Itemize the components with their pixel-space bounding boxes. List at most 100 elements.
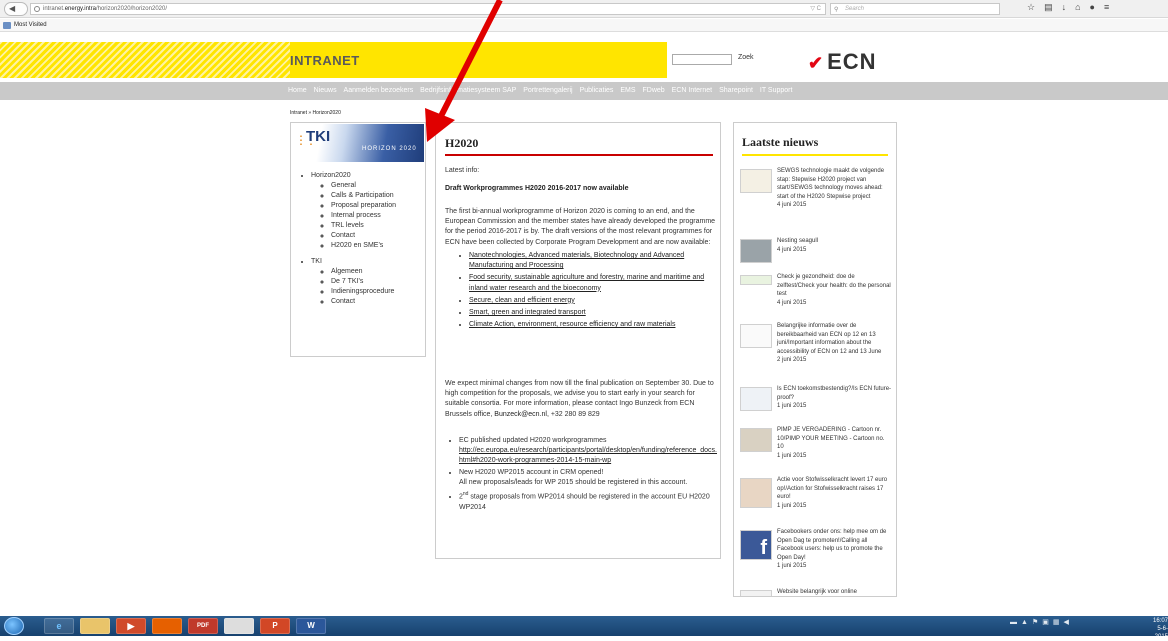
sidebar-item-trl-levels[interactable]: TRL levels [331, 221, 396, 231]
nav-home[interactable]: Home [288, 82, 307, 100]
topic-link[interactable]: Food security, sustainable agriculture a… [469, 274, 704, 291]
sidebar-item-internal-process[interactable]: Internal process [331, 211, 396, 221]
site-search-input[interactable] [672, 54, 732, 65]
media-player-icon[interactable]: ▶ [116, 618, 146, 634]
word-icon[interactable]: W [296, 618, 326, 634]
powerpoint-icon[interactable]: P [260, 618, 290, 634]
folder-icon [3, 22, 11, 29]
news-thumbnail [740, 275, 772, 285]
browser-search-input[interactable]: ⚲ Search [830, 3, 1000, 15]
network-icon[interactable]: ▦ [1053, 619, 1064, 626]
news-thumbnail [740, 590, 772, 596]
nav-ems[interactable]: EMS [620, 82, 635, 100]
news-headline[interactable]: Is ECN toekomstbestendig?/Is ECN future-… [777, 385, 892, 402]
sidebar-item-indieningsprocedure[interactable]: Indieningsprocedure [331, 287, 396, 297]
latest-info-label: Latest info: [445, 167, 480, 174]
news-headline[interactable]: Nesting seagull [777, 237, 892, 246]
browser-toolbar: ◀ intranet.energy.intra/horizon2020/hori… [0, 0, 1168, 18]
url-bar[interactable]: intranet.energy.intra/horizon2020/horizo… [30, 3, 826, 15]
folder-icon[interactable] [80, 618, 110, 634]
clipboard-icon[interactable]: ▤ [1044, 2, 1062, 12]
sidebar-item-contact[interactable]: Contact [331, 231, 396, 241]
news-date: 1 juni 2015 [777, 502, 807, 509]
firefox-icon[interactable] [152, 618, 182, 634]
news-thumbnail [740, 239, 772, 263]
main-content: H2020 Latest info: Draft Workprogrammes … [435, 122, 721, 559]
nav-sap[interactable]: Bedrijfsinformatiesysteem SAP [420, 82, 516, 100]
nav-sharepoint[interactable]: Sharepoint [719, 82, 753, 100]
reload-icon[interactable]: ▽ C [810, 4, 821, 14]
news-date: 1 juni 2015 [777, 403, 807, 409]
ecn-flame-icon: ✔ [808, 53, 825, 73]
sidebar-item-proposal[interactable]: Proposal preparation [331, 201, 396, 211]
news-date: 2 juni 2015 [777, 357, 807, 363]
news-headline[interactable]: Actie voor Stofwisselkracht levert 17 eu… [777, 476, 892, 502]
pdf-icon[interactable]: PDF [188, 618, 218, 634]
header-pattern [0, 42, 290, 78]
news-thumbnail [740, 324, 772, 348]
breadcrumb[interactable]: Intranet » Horizon2020 [290, 110, 341, 116]
bullet-text: EC published updated H2020 workprogramme… [459, 437, 607, 444]
sidebar-section-label[interactable]: Horizon2020 [311, 172, 351, 179]
news-title: Laatste nieuws [742, 135, 819, 149]
sidebar-item-tki-contact[interactable]: Contact [331, 297, 396, 307]
nav-portrettengalerij[interactable]: Portrettengalerij [523, 82, 572, 100]
workprogramme-link[interactable]: http://ec.europa.eu/research/participant… [459, 447, 717, 464]
news-thumbnail [740, 387, 772, 411]
ecn-logo[interactable]: ✔ ECN [808, 49, 877, 75]
star-icon[interactable]: ☆ [1027, 2, 1044, 12]
clock[interactable]: 16:07 5-6-2015 [1145, 617, 1168, 641]
start-button[interactable] [4, 617, 24, 635]
flag-icon[interactable]: ⚑ [1032, 619, 1042, 626]
nav-ecn-internet[interactable]: ECN Internet [672, 82, 712, 100]
topic-link[interactable]: Climate Action, environment, resource ef… [469, 321, 675, 328]
chat-icon[interactable]: ● [1090, 2, 1104, 12]
list-item: New H2020 WP2015 account in CRM opened! A… [459, 468, 719, 488]
sidebar-item-calls[interactable]: Calls & Participation [331, 191, 396, 201]
nav-nieuws[interactable]: Nieuws [314, 82, 337, 100]
download-icon[interactable]: ↓ [1062, 2, 1076, 12]
display-icon[interactable]: ▣ [1042, 619, 1053, 626]
news-headline[interactable]: Facebookers onder ons: help mee om de Op… [777, 528, 892, 562]
nav-publicaties[interactable]: Publicaties [580, 82, 614, 100]
sidebar-item-sme[interactable]: H2020 en SME's [331, 241, 396, 251]
system-tray: ▬▲⚑▣▦◀ [1010, 618, 1073, 626]
bookmarks-bar: Most Visited [0, 19, 1168, 32]
intro-paragraph: The first bi-annual workprogramme of Hor… [445, 208, 716, 246]
news-headline[interactable]: Website belangrijk voor online aanwezigh… [777, 588, 892, 596]
sidebar-nav: Horizon2020 General Calls & Participatio… [311, 171, 396, 313]
tray-arrow-icon[interactable]: ▲ [1021, 619, 1032, 626]
search-icon: ⚲ [834, 7, 839, 13]
nav-it-support[interactable]: IT Support [760, 82, 793, 100]
topic-link[interactable]: Secure, clean and efficient energy [469, 297, 575, 304]
menu-icon[interactable]: ≡ [1104, 2, 1118, 12]
news-headline[interactable]: PIMP JE VERGADERING - Cartoon nr. 10/PIM… [777, 426, 892, 452]
tki-banner-subtitle: HORIZON 2020 [362, 146, 417, 152]
nav-aanmelden-bezoekers[interactable]: Aanmelden bezoekers [344, 82, 414, 100]
back-button[interactable]: ◀ [4, 2, 28, 16]
email-link[interactable]: Bunzeck@ecn.nl [494, 411, 547, 418]
sidebar-item-algemeen[interactable]: Algemeen [331, 267, 396, 277]
home-icon[interactable]: ⌂ [1075, 2, 1089, 12]
topic-link[interactable]: Nanotechnologies, Advanced materials, Bi… [469, 252, 684, 269]
ie-icon[interactable]: e [44, 618, 74, 634]
page-title: H2020 [445, 136, 479, 150]
sidebar-item-de-7-tkis[interactable]: De 7 TKI's [331, 277, 396, 287]
sidebar-section-tki: TKI Algemeen De 7 TKI's Indieningsproced… [311, 257, 396, 307]
news-headline[interactable]: Check je gezondheid: doe de zelftest/Che… [777, 273, 892, 299]
sidebar-section-label[interactable]: TKI [311, 258, 322, 265]
keyboard-icon[interactable]: ▬ [1010, 619, 1021, 626]
bullet-text: New H2020 WP2015 account in CRM opened! [459, 468, 604, 476]
nav-fdweb[interactable]: FDweb [643, 82, 665, 100]
topic-link[interactable]: Smart, green and integrated transport [469, 309, 586, 316]
news-headline[interactable]: Belangrijke informatie over de bereikbaa… [777, 322, 892, 356]
search-button[interactable]: Zoek [738, 54, 754, 61]
url-path: /horizon2020/horizon2020/ [95, 6, 167, 12]
news-headline[interactable]: SEWGS technologie maakt de volgende stap… [777, 167, 892, 201]
volume-icon[interactable]: ◀ [1063, 619, 1072, 626]
contact-paragraph: We expect minimal changes from now till … [445, 379, 719, 420]
calculator-icon[interactable] [224, 618, 254, 634]
site-title[interactable]: INTRANET [290, 53, 360, 68]
sidebar-item-general[interactable]: General [331, 181, 396, 191]
bookmark-most-visited[interactable]: Most Visited [14, 22, 47, 28]
